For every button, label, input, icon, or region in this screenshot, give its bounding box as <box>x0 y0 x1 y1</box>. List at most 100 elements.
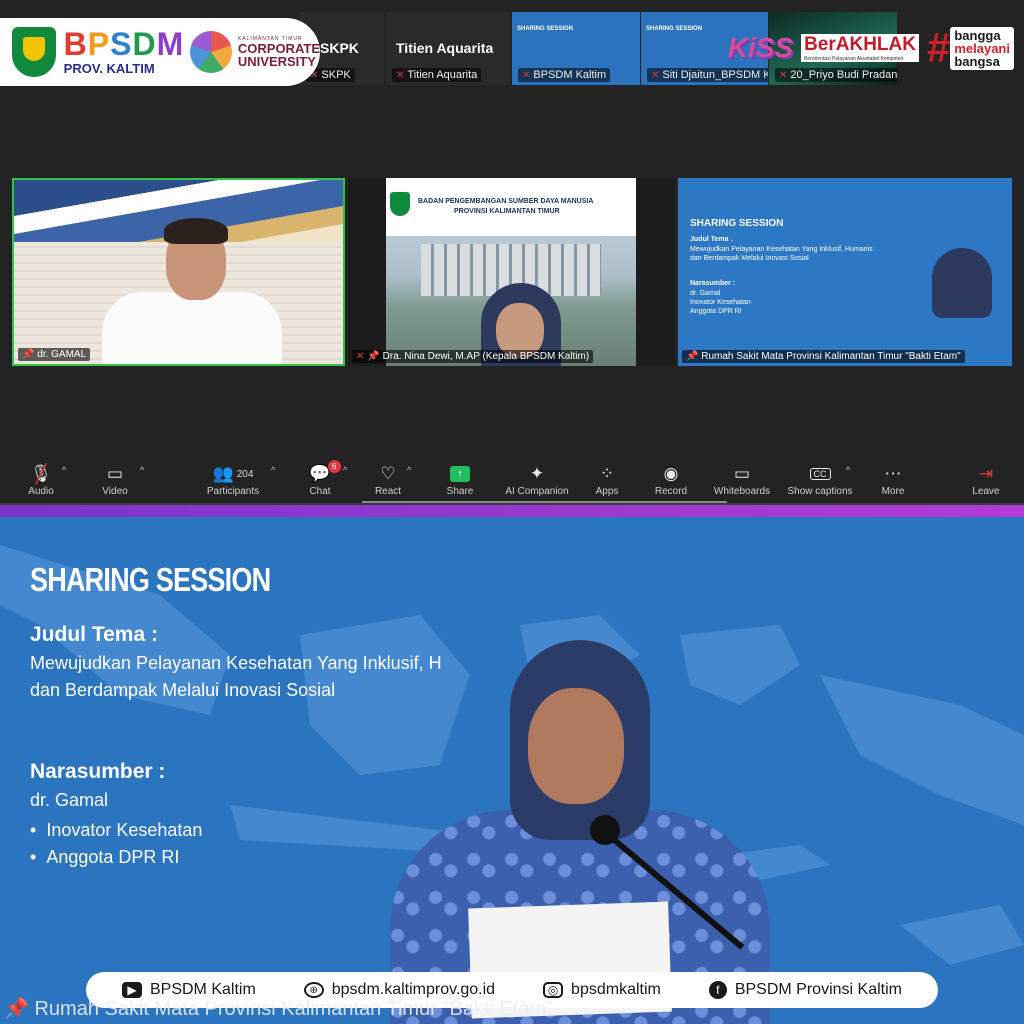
record-icon: ◉ <box>663 464 679 483</box>
participants-icon: 👥 204 <box>212 464 254 483</box>
microphone-icon <box>590 815 620 845</box>
instagram-link[interactable]: ◎ bpsdmkaltim <box>543 981 661 999</box>
captions-options-caret-icon[interactable]: ^ <box>846 465 850 475</box>
muted-mic-icon: ✕ <box>356 351 365 362</box>
whiteboards-button[interactable]: ▭ Whiteboards <box>702 463 782 497</box>
mini-slide-title: SHARING SESSION <box>646 26 703 32</box>
participant-tile-titien[interactable]: Titien Aquarita ✕ Titien Aquarita <box>386 12 510 85</box>
show-captions-label: Show captions <box>787 486 853 497</box>
speaker-hair <box>164 218 228 244</box>
participants-options-caret-icon[interactable]: ^ <box>271 465 275 475</box>
participant-tile-bpsdm[interactable]: SHARING SESSION ✕ BPSDM Kaltim <box>512 12 640 85</box>
facebook-link[interactable]: f BPSDM Provinsi Kaltim <box>708 981 902 999</box>
record-label: Record <box>654 486 688 497</box>
video-label: Video <box>102 486 128 497</box>
mini-slide-label: Judul Tema : <box>690 236 733 243</box>
react-options-caret-icon[interactable]: ^ <box>407 465 411 475</box>
video-tile-gamal[interactable]: 📌 dr. GAMAL <box>12 178 345 366</box>
participants-count: 204 <box>236 468 254 480</box>
facebook-icon: f <box>708 981 727 999</box>
muted-mic-icon: ✕ <box>522 70 531 81</box>
speaker-body <box>102 292 282 364</box>
pin-icon: 📌 <box>367 351 383 362</box>
virtual-background: BADAN PENGEMBANGAN SUMBER DAYA MANUSIA P… <box>386 178 636 366</box>
camera-icon: ▭ <box>106 464 124 483</box>
campaign-logos: KiSS BerAKHLAK Berorientasi Pelayanan Ak… <box>728 22 1014 74</box>
chat-options-caret-icon[interactable]: ^ <box>343 465 347 475</box>
heart-icon: ♡ <box>380 464 396 483</box>
ai-companion-button[interactable]: ✦ AI Companion <box>497 463 577 497</box>
participants-label: Participants <box>206 486 260 497</box>
participant-name-label: ✕ BPSDM Kaltim <box>518 68 611 82</box>
mini-slide-text: Inovator Kesehatan <box>690 299 751 306</box>
leave-label: Leave <box>972 486 1000 497</box>
bpsdm-wordmark: BPSDM PROV. KALTIM <box>63 26 185 76</box>
pin-icon: 📌 <box>22 349 38 360</box>
video-tile-rs-mata[interactable]: SHARING SESSION Judul Tema : Mewujudkan … <box>678 178 1012 366</box>
slide-theme-heading: Judul Tema : <box>30 623 158 646</box>
background-header: BADAN PENGEMBANGAN SUMBER DAYA MANUSIA P… <box>386 178 636 230</box>
bangga-melayani-bangsa-logo: # bangga melayani bangsa <box>927 24 1014 72</box>
instagram-label: bpsdmkaltim <box>571 981 661 998</box>
bpsdm-logo-banner: BPSDM PROV. KALTIM KALIMANTAN TIMUR CORP… <box>0 18 320 86</box>
berakhlak-logo: BerAKHLAK Berorientasi Pelayanan Akuntab… <box>801 34 919 62</box>
kaltim-crest-icon <box>12 27 56 77</box>
chat-bubble-icon: 💬 6 <box>309 460 341 485</box>
share-button[interactable]: ↑ Share <box>420 463 500 497</box>
muted-microphone-icon: 🎙 ╱ <box>30 463 52 484</box>
mini-slide-label: Narasumber : <box>690 280 736 287</box>
muted-mic-icon: ✕ <box>651 70 660 81</box>
slide-speaker-heading: Narasumber : <box>30 760 166 783</box>
speaker-thumbnail <box>932 248 992 318</box>
chat-label: Chat <box>309 486 331 497</box>
slide-speaker-name: dr. Gamal <box>30 790 109 810</box>
corporate-university-emblem-icon <box>190 31 232 73</box>
captions-cc-icon: CC <box>809 463 831 485</box>
slide-bullet-1: Inovator Kesehatan <box>30 820 202 841</box>
sparkle-icon: ✦ <box>529 464 545 483</box>
mini-slide-text: Anggota DPR RI <box>690 308 742 315</box>
slide-theme-line-1: Mewujudkan Pelayanan Kesehatan Yang Inkl… <box>30 653 442 673</box>
more-dots-icon: ⋯ <box>884 464 902 483</box>
scroll-indicator[interactable] <box>362 501 727 503</box>
share-screen-icon: ↑ <box>450 463 470 485</box>
meeting-toolbar: 🎙 ╱ Audio ^ ▭ Video ^ 👥 204 Participants ^… <box>0 455 1024 505</box>
active-speaker-name-label: 📌 Rumah Sakit Mata Provinsi Kalimantan T… <box>4 998 554 1020</box>
shared-presentation-view: SHARING SESSION Judul Tema : Mewujudkan … <box>0 505 1024 1024</box>
mini-slide-title: SHARING SESSION <box>517 26 574 32</box>
record-button[interactable]: ◉ Record <box>631 463 711 497</box>
kaltim-crest-icon <box>390 192 410 216</box>
react-label: React <box>374 486 402 497</box>
whiteboard-icon: ▭ <box>733 464 751 483</box>
leave-door-icon: ⇥ <box>978 464 994 483</box>
slide-title: SHARING SESSION <box>30 561 271 598</box>
mini-slide-text: dan Berdampak Melalui Inovasi Sosial <box>690 255 809 262</box>
muted-mic-icon: ✕ <box>396 70 405 81</box>
react-button[interactable]: ♡ React <box>348 463 428 497</box>
corporate-university-wordmark: KALIMANTAN TIMUR CORPORATE UNIVERSITY <box>237 36 320 69</box>
kiss-logo: KiSS <box>727 32 794 63</box>
video-options-caret-icon[interactable]: ^ <box>140 465 144 475</box>
participant-name-label: ✕ 📌 Dra. Nina Dewi, M.AP (Kepala BPSDM Ka… <box>352 350 594 363</box>
background-subheading: PROVINSI KALIMANTAN TIMUR <box>454 208 560 215</box>
participant-name-label: 📌 Rumah Sakit Mata Provinsi Kalimantan T… <box>682 350 965 363</box>
mini-slide-title: SHARING SESSION <box>690 218 784 229</box>
audio-options-caret-icon[interactable]: ^ <box>62 465 66 475</box>
leave-button[interactable]: ⇥ Leave <box>946 463 1024 497</box>
participant-name-label: ✕ Titien Aquarita <box>392 68 482 82</box>
pin-icon: 📌 <box>686 351 702 362</box>
chat-unread-badge: 6 <box>327 460 341 473</box>
presenter-face <box>528 688 624 804</box>
zoom-meeting-window: SKPK ✕ SKPK Titien Aquarita ✕ Titien Aquar… <box>0 0 1024 505</box>
video-tile-nina-dewi[interactable]: BADAN PENGEMBANGAN SUMBER DAYA MANUSIA P… <box>348 178 675 366</box>
audio-button[interactable]: 🎙 ╱ Audio <box>1 463 81 498</box>
participants-button[interactable]: 👥 204 Participants <box>193 463 273 497</box>
more-button[interactable]: ⋯ More <box>853 463 933 497</box>
background-heading: BADAN PENGEMBANGAN SUMBER DAYA MANUSIA <box>418 198 594 205</box>
ai-companion-label: AI Companion <box>505 486 569 497</box>
participant-display-name: Titien Aquarita <box>396 40 494 56</box>
apps-label: Apps <box>595 486 619 497</box>
audio-label: Audio <box>28 486 54 497</box>
pin-icon: 📌 <box>4 998 35 1020</box>
more-label: More <box>881 486 905 497</box>
